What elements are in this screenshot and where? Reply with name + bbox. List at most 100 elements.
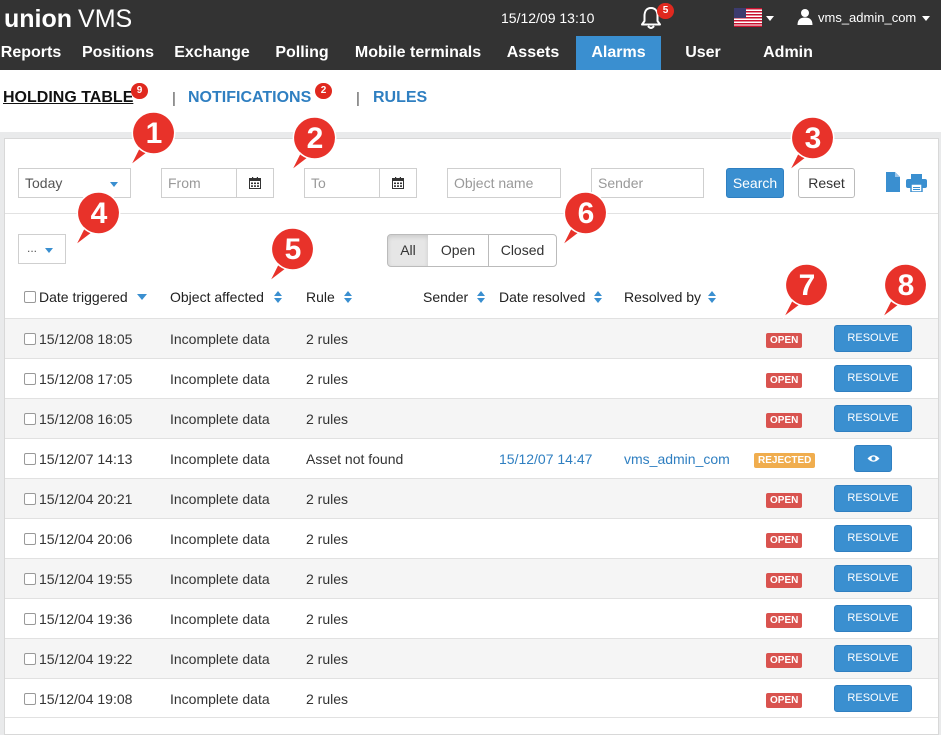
callout-marker: 8 bbox=[881, 262, 930, 320]
resolve-button[interactable]: RESOLVE bbox=[834, 485, 912, 512]
row-checkbox[interactable] bbox=[24, 573, 36, 585]
cell-object-affected: Incomplete data bbox=[170, 571, 270, 587]
resolve-button[interactable]: RESOLVE bbox=[834, 685, 912, 712]
to-calendar-button[interactable] bbox=[379, 168, 417, 198]
callout-marker: 3 bbox=[788, 115, 837, 173]
current-datetime: 15/12/09 13:10 bbox=[501, 10, 595, 26]
subnav-notifications[interactable]: NOTIFICATIONS bbox=[188, 89, 311, 107]
col-rule[interactable]: Rule bbox=[306, 289, 335, 305]
status-badge: OPEN bbox=[766, 533, 803, 548]
sort-icon[interactable] bbox=[477, 291, 485, 303]
sort-icon[interactable] bbox=[708, 291, 716, 303]
select-all-checkbox[interactable] bbox=[24, 291, 36, 303]
nav-mobile-terminals[interactable]: Mobile terminals bbox=[350, 36, 486, 70]
cell-object-affected: Incomplete data bbox=[170, 691, 270, 707]
sort-icon[interactable] bbox=[344, 291, 352, 303]
table-row[interactable]: 15/12/07 14:13 Incomplete data Asset not… bbox=[5, 438, 938, 478]
user-menu-name[interactable]: vms_admin_com bbox=[818, 10, 916, 25]
status-badge: OPEN bbox=[766, 413, 803, 428]
resolve-button[interactable]: RESOLVE bbox=[834, 605, 912, 632]
row-checkbox[interactable] bbox=[24, 653, 36, 665]
callout-marker: 1 bbox=[129, 110, 178, 168]
resolve-button[interactable]: RESOLVE bbox=[834, 365, 912, 392]
col-sender[interactable]: Sender bbox=[423, 289, 468, 305]
table-row[interactable]: 15/12/04 19:55 Incomplete data 2 rules O… bbox=[5, 558, 938, 598]
table-row[interactable]: 15/12/04 19:36 Incomplete data 2 rules O… bbox=[5, 598, 938, 638]
nav-reports[interactable]: Reports bbox=[0, 36, 62, 70]
resolve-button[interactable]: RESOLVE bbox=[834, 565, 912, 592]
table-row[interactable]: 15/12/04 19:08 Incomplete data 2 rules O… bbox=[5, 678, 938, 718]
from-date-input[interactable]: From bbox=[161, 168, 274, 198]
callout-marker: 6 bbox=[561, 190, 610, 248]
resolve-button[interactable]: RESOLVE bbox=[834, 645, 912, 672]
table-row[interactable]: 15/12/08 18:05 Incomplete data 2 rules O… bbox=[5, 318, 938, 358]
row-checkbox[interactable] bbox=[24, 613, 36, 625]
nav-assets[interactable]: Assets bbox=[500, 36, 566, 70]
table-row[interactable]: 15/12/04 20:06 Incomplete data 2 rules O… bbox=[5, 518, 938, 558]
row-checkbox[interactable] bbox=[24, 333, 36, 345]
view-button[interactable] bbox=[854, 445, 892, 472]
status-badge: OPEN bbox=[766, 613, 803, 628]
cell-rule: 2 rules bbox=[306, 691, 349, 707]
callout-marker: 4 bbox=[74, 190, 123, 248]
resolve-button[interactable]: RESOLVE bbox=[834, 405, 912, 432]
cell-resolved-by[interactable]: vms_admin_com bbox=[624, 451, 730, 467]
cell-rule: 2 rules bbox=[306, 491, 349, 507]
from-calendar-button[interactable] bbox=[236, 168, 274, 198]
nav-admin[interactable]: Admin bbox=[754, 36, 822, 70]
row-checkbox[interactable] bbox=[24, 533, 36, 545]
table-row[interactable]: 15/12/08 16:05 Incomplete data 2 rules O… bbox=[5, 398, 938, 438]
user-chevron-down-icon[interactable] bbox=[922, 16, 930, 21]
status-badge: OPEN bbox=[766, 373, 803, 388]
export-document-icon[interactable] bbox=[885, 172, 901, 192]
sort-icon[interactable] bbox=[274, 291, 282, 303]
table-row[interactable]: 15/12/04 19:22 Incomplete data 2 rules O… bbox=[5, 638, 938, 678]
search-button[interactable]: Search bbox=[726, 168, 784, 198]
cell-date-triggered: 15/12/07 14:13 bbox=[39, 451, 133, 467]
status-badge: REJECTED bbox=[754, 453, 816, 468]
col-resolved-by[interactable]: Resolved by bbox=[624, 289, 701, 305]
cell-object-affected: Incomplete data bbox=[170, 371, 270, 387]
print-icon[interactable] bbox=[906, 174, 927, 192]
nav-user[interactable]: User bbox=[676, 36, 730, 70]
cell-date-triggered: 15/12/04 20:06 bbox=[39, 531, 133, 547]
holding-table-count-badge: 9 bbox=[131, 83, 148, 99]
subnav-holding-table[interactable]: HOLDING TABLE bbox=[3, 89, 133, 107]
calendar-icon bbox=[392, 177, 404, 189]
row-checkbox[interactable] bbox=[24, 493, 36, 505]
row-checkbox[interactable] bbox=[24, 373, 36, 385]
sort-desc-icon[interactable] bbox=[137, 293, 147, 301]
filter-tab-all[interactable]: All bbox=[387, 234, 429, 267]
filter-tab-closed[interactable]: Closed bbox=[488, 234, 557, 267]
cell-object-affected: Incomplete data bbox=[170, 611, 270, 627]
row-checkbox[interactable] bbox=[24, 693, 36, 705]
col-object-affected[interactable]: Object affected bbox=[170, 289, 264, 305]
nav-polling[interactable]: Polling bbox=[268, 36, 336, 70]
us-flag-icon[interactable] bbox=[734, 8, 762, 27]
table-row[interactable]: 15/12/08 17:05 Incomplete data 2 rules O… bbox=[5, 358, 938, 398]
cell-date-triggered: 15/12/04 19:55 bbox=[39, 571, 133, 587]
sort-icon[interactable] bbox=[594, 291, 602, 303]
user-icon[interactable] bbox=[797, 8, 813, 25]
col-date-triggered[interactable]: Date triggered bbox=[39, 289, 128, 305]
resolve-button[interactable]: RESOLVE bbox=[834, 325, 912, 352]
bulk-action-select[interactable]: ... bbox=[18, 234, 66, 264]
filter-tab-open[interactable]: Open bbox=[428, 234, 489, 267]
object-name-input[interactable]: Object name bbox=[447, 168, 561, 198]
table-row[interactable]: 15/12/04 20:21 Incomplete data 2 rules O… bbox=[5, 478, 938, 518]
subnav-rules[interactable]: RULES bbox=[373, 89, 427, 107]
callout-marker: 7 bbox=[782, 262, 831, 320]
language-chevron-down-icon[interactable] bbox=[766, 16, 774, 21]
col-date-resolved[interactable]: Date resolved bbox=[499, 289, 585, 305]
nav-exchange[interactable]: Exchange bbox=[170, 36, 254, 70]
nav-positions[interactable]: Positions bbox=[76, 36, 160, 70]
nav-alarms[interactable]: Alarms bbox=[576, 36, 661, 70]
row-checkbox[interactable] bbox=[24, 453, 36, 465]
resolve-button[interactable]: RESOLVE bbox=[834, 525, 912, 552]
cell-rule: 2 rules bbox=[306, 531, 349, 547]
cell-rule: 2 rules bbox=[306, 571, 349, 587]
app-logo[interactable]: union VMS bbox=[4, 4, 132, 34]
cell-date-resolved[interactable]: 15/12/07 14:47 bbox=[499, 451, 592, 467]
row-checkbox[interactable] bbox=[24, 413, 36, 425]
cell-rule: 2 rules bbox=[306, 411, 349, 427]
